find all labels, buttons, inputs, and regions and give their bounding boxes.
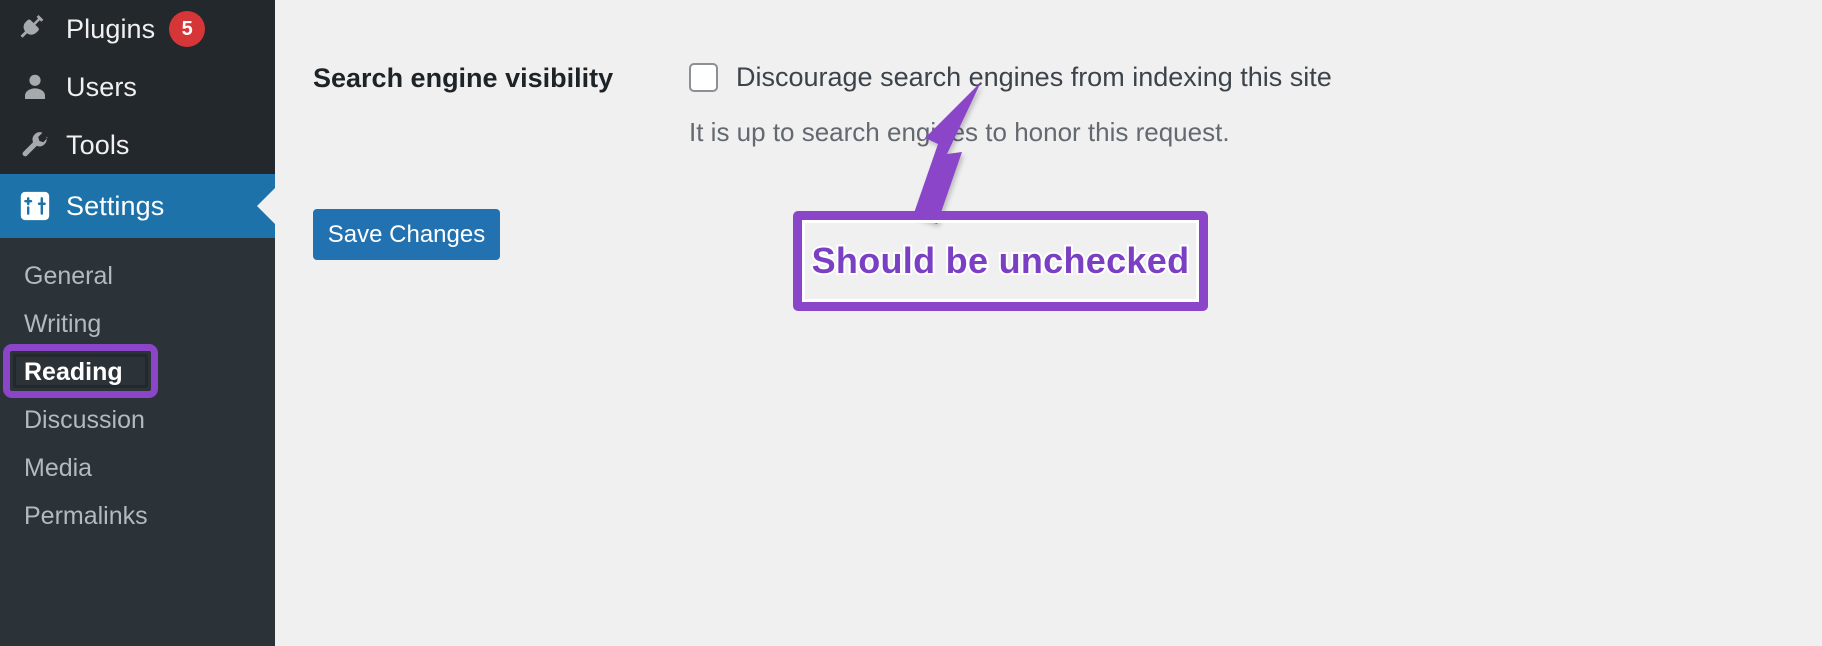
submenu-item-label: Media	[24, 453, 93, 482]
admin-sidebar: Plugins 5 Users Tools Settings General W…	[0, 0, 275, 646]
sidebar-item-plugins[interactable]: Plugins 5	[0, 0, 275, 58]
submenu-item-label: Discussion	[24, 405, 145, 434]
plugin-icon	[12, 6, 58, 52]
sidebar-subitem-discussion[interactable]: Discussion	[0, 396, 275, 444]
sidebar-item-settings[interactable]: Settings	[0, 174, 275, 238]
search-engine-visibility-description: It is up to search engines to honor this…	[689, 117, 1230, 147]
callout-text: Should be unchecked	[810, 238, 1191, 283]
active-menu-pointer-icon	[254, 174, 276, 238]
settings-sliders-icon	[12, 183, 58, 229]
sidebar-top-menu: Plugins 5 Users Tools	[0, 0, 275, 174]
submenu-item-label: Permalinks	[24, 501, 148, 530]
settings-submenu: General Writing Reading Discussion Media…	[0, 238, 275, 540]
discourage-search-engines-row[interactable]: Discourage search engines from indexing …	[689, 62, 1332, 93]
plugins-update-badge: 5	[169, 11, 206, 47]
sidebar-subitem-general[interactable]: General	[0, 252, 275, 300]
user-icon	[12, 64, 58, 110]
screenshot-root: Plugins 5 Users Tools Settings General W…	[0, 0, 1822, 646]
annotation-arrow-icon	[913, 82, 981, 224]
sidebar-item-tools[interactable]: Tools	[0, 116, 275, 174]
discourage-search-engines-label: Discourage search engines from indexing …	[736, 62, 1332, 92]
sidebar-item-label: Tools	[66, 129, 130, 160]
settings-reading-content: Search engine visibility Discourage sear…	[275, 0, 1822, 646]
save-changes-button[interactable]: Save Changes	[313, 209, 500, 260]
sidebar-item-label: Plugins	[66, 13, 156, 44]
should-be-unchecked-callout: Should be unchecked	[793, 211, 1208, 311]
wrench-icon	[12, 122, 58, 168]
search-engine-visibility-label: Search engine visibility	[313, 63, 614, 93]
sidebar-subitem-permalinks[interactable]: Permalinks	[0, 492, 275, 540]
sidebar-subitem-writing[interactable]: Writing	[0, 300, 275, 348]
sidebar-subitem-reading[interactable]: Reading	[0, 348, 275, 396]
discourage-search-engines-checkbox[interactable]	[689, 63, 718, 92]
sidebar-item-label: Settings	[66, 190, 165, 221]
submenu-item-label: Reading	[24, 357, 123, 386]
submenu-item-label: General	[24, 261, 113, 290]
sidebar-item-users[interactable]: Users	[0, 58, 275, 116]
submenu-item-label: Writing	[24, 309, 102, 338]
sidebar-item-label: Users	[66, 71, 138, 102]
sidebar-subitem-media[interactable]: Media	[0, 444, 275, 492]
